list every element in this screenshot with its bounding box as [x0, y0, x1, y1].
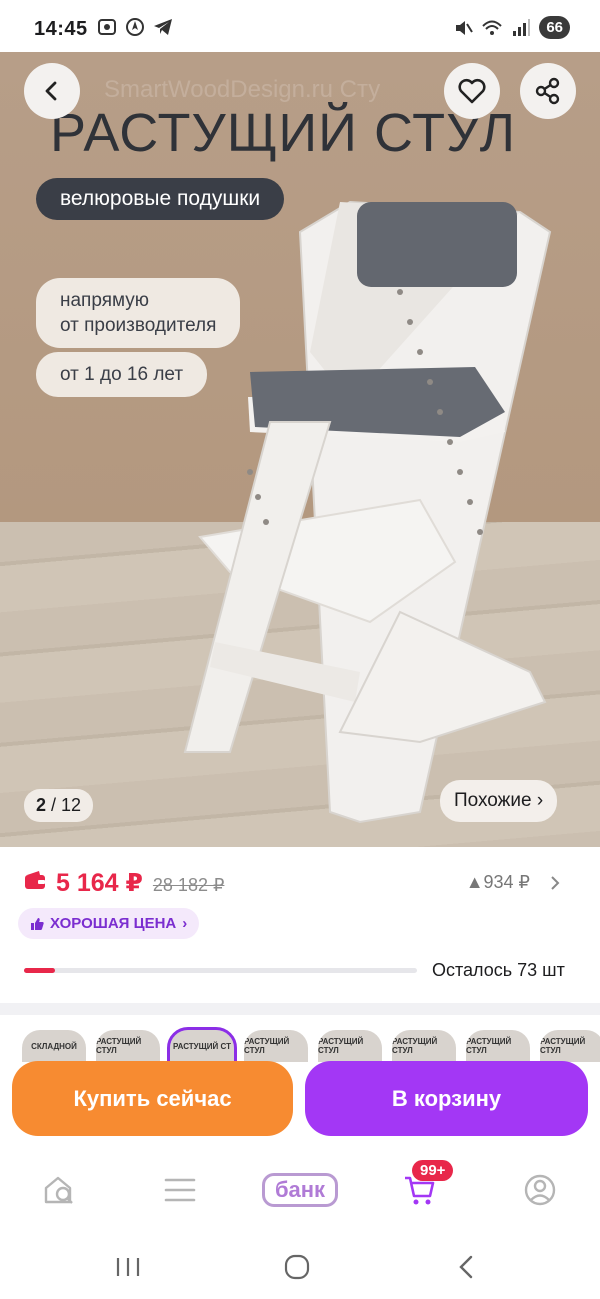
old-price: 28 182 ₽ [152, 875, 225, 895]
tag-line-2: от производителя [60, 315, 217, 336]
chevron-left-icon [45, 81, 57, 101]
telegram-icon [154, 19, 172, 35]
tag-line-1: напрямую [60, 290, 150, 311]
wifi-icon [482, 20, 503, 35]
home-search-icon [44, 1176, 73, 1204]
bonus-points[interactable]: ▲934 ₽ [466, 872, 564, 893]
tag-velour-cushions: велюровые подушки [36, 178, 285, 220]
variant-thumbnail[interactable]: РАСТУЩИЙ СТУЛ [540, 1030, 600, 1062]
variant-thumbnail[interactable]: РАСТУЩИЙ СТ [167, 1027, 237, 1065]
section-separator [0, 1003, 600, 1015]
variant-thumbnail[interactable]: РАСТУЩИЙ СТУЛ [244, 1030, 308, 1062]
menu-icon [164, 1178, 196, 1202]
home-circle-icon [284, 1254, 310, 1280]
system-navigation-bar [0, 1232, 600, 1299]
variant-thumbnail[interactable]: РАСТУЩИЙ СТУЛ [392, 1030, 456, 1062]
status-bar: 14:45 66 [0, 0, 600, 52]
variant-thumbnails: СКЛАДНОЙ РАСТУЩИЙ СТУЛ РАСТУЩИЙ СТ РАСТУЩИЙ… [22, 1027, 600, 1065]
image-counter-total: / 12 [51, 795, 82, 815]
bottom-tab-bar: банк 99+ [0, 1150, 600, 1230]
bonus-value: ▲934 ₽ [465, 872, 530, 892]
mute-icon [456, 20, 474, 35]
tag-age-range: от 1 до 16 лет [36, 352, 208, 397]
tab-cart[interactable]: 99+ [390, 1160, 454, 1210]
recent-apps-button[interactable] [108, 1252, 148, 1282]
good-price-badge[interactable]: ХОРОШАЯ ЦЕНА › [18, 908, 200, 939]
watermark-text: SmartWoodDesign.ru Сту [104, 76, 381, 103]
home-button[interactable] [277, 1252, 317, 1282]
tag-direct-from-manufacturer: напрямую от производителя [36, 278, 241, 348]
stock-progress-fill [24, 968, 56, 973]
wallet-icon [25, 871, 45, 889]
share-button[interactable] [520, 63, 576, 119]
status-time: 14:45 [34, 18, 88, 40]
price-section: 5 164 ₽ 28 182 ₽ ▲934 ₽ ХОРОШАЯ ЦЕНА › О… [0, 848, 600, 1003]
location-icon [126, 18, 144, 36]
stock-remaining: Осталось 73 шт [432, 960, 565, 980]
status-left-icons [96, 16, 174, 38]
battery-indicator: 66 [539, 16, 570, 39]
tab-bank[interactable]: банк [260, 1170, 340, 1210]
recent-apps-icon [116, 1258, 140, 1276]
screenshot-icon [98, 19, 116, 35]
variant-thumbnail[interactable]: СКЛАДНОЙ [22, 1030, 86, 1062]
current-price: 5 164 ₽ [56, 869, 143, 897]
cart-count-badge: 99+ [412, 1160, 454, 1181]
bank-label: банк [261, 1173, 339, 1207]
status-right-icons: 66 [453, 16, 570, 39]
tab-catalog[interactable] [150, 1170, 210, 1210]
system-back-button[interactable] [446, 1252, 486, 1282]
image-counter-current: 2 [36, 795, 47, 815]
back-arrow-icon [459, 1255, 473, 1279]
variant-thumbnail[interactable]: РАСТУЩИЙ СТУЛ [466, 1030, 530, 1062]
product-image-gallery[interactable]: SmartWoodDesign.ru Сту РАСТУЩИЙ СТУЛ вел… [0, 52, 600, 847]
back-button[interactable] [24, 63, 80, 119]
similar-products-button[interactable]: Похожие › [440, 780, 558, 822]
variant-thumbnail[interactable]: РАСТУЩИЙ СТУЛ [96, 1030, 160, 1062]
stock-progress-bar [24, 968, 417, 973]
hero-title: РАСТУЩИЙ СТУЛ [50, 103, 517, 163]
price-row: 5 164 ₽ 28 182 ₽ [24, 868, 224, 898]
add-to-cart-button[interactable]: В корзину [305, 1061, 588, 1136]
variant-thumbnail[interactable]: РАСТУЩИЙ СТУЛ [318, 1030, 382, 1062]
share-icon [535, 77, 560, 105]
thumbs-up-icon [31, 917, 44, 930]
tab-home[interactable] [30, 1170, 90, 1210]
chair-illustration [183, 200, 552, 824]
chevron-right-icon [551, 875, 560, 890]
buy-now-button[interactable]: Купить сейчас [12, 1061, 293, 1136]
tab-profile[interactable] [510, 1170, 570, 1210]
good-price-label: ХОРОШАЯ ЦЕНА [50, 915, 177, 932]
signal-icon [513, 18, 531, 36]
profile-icon [524, 1174, 556, 1206]
favorite-button[interactable] [444, 63, 500, 119]
image-counter: 2 / 12 [24, 789, 94, 822]
heart-icon [458, 78, 486, 104]
chevron-right-icon: › [182, 915, 188, 932]
